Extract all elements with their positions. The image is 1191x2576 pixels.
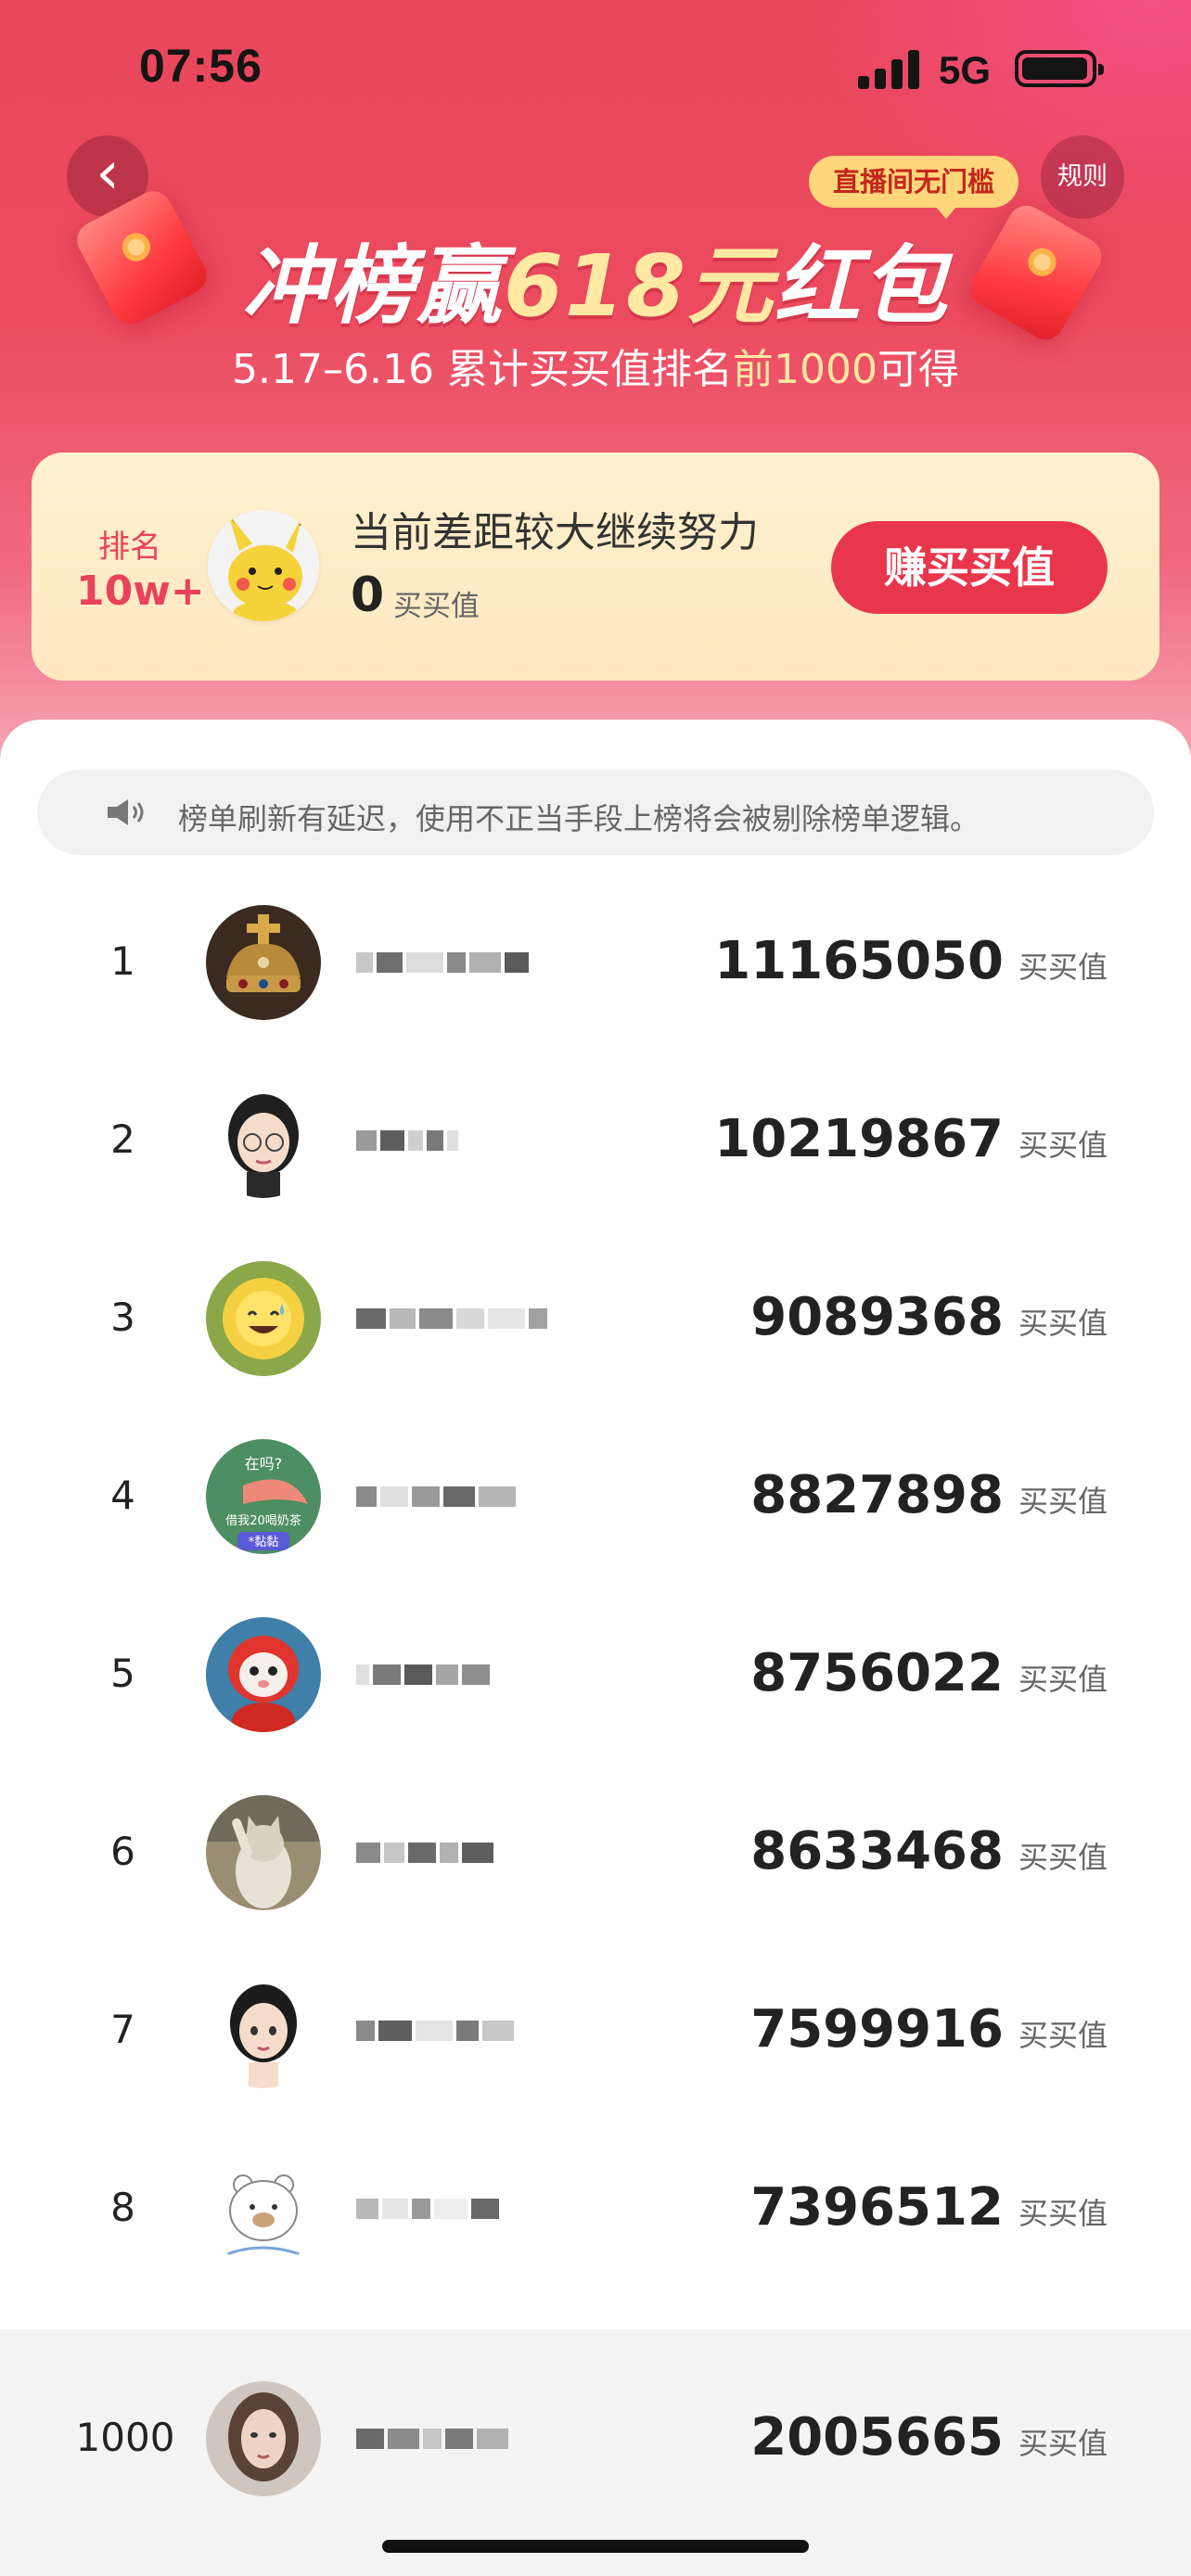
masked-username [356,2417,607,2461]
crown-avatar-icon [206,905,321,1020]
notice-banner: 榜单刷新有延迟，使用不正当手段上榜将会被剔除榜单逻辑。 [37,770,1154,855]
woman-avatar-icon [206,2381,321,2496]
sticker-text-bottom: *黏黏 [249,1535,279,1549]
avatar: 在吗? 借我20喝奶茶 *黏黏 [206,1439,321,1554]
row-score: 11165050 [714,931,1004,991]
masked-username [356,1118,607,1163]
masked-username [356,940,607,985]
girl-glasses-avatar-icon [206,1083,321,1198]
sticker-text-top: 在吗? [245,1455,283,1473]
row-score: 10219867 [714,1109,1004,1169]
red-monkey-avatar-icon [206,1617,321,1732]
row-score: 7396512 [750,2177,1004,2238]
leaderboard-row[interactable]: 4 在吗? 借我20喝奶茶 *黏黏 8827898 买买值 [0,1435,1191,1613]
home-indicator[interactable] [382,2540,809,2553]
page-subtitle: 5.17–6.16 累计买买值排名前1000可得 [0,336,1191,395]
row-unit: 买买值 [1018,1484,1108,1519]
avatar [206,1261,321,1376]
avatar [206,2381,321,2496]
pikachu-avatar-icon [208,510,319,621]
subtitle-highlight: 前1000 [732,346,877,393]
row-score: 2005665 [750,2407,1004,2468]
row-unit: 买买值 [1018,1128,1108,1163]
masked-username [356,2009,607,2053]
rules-button[interactable]: 规则 [1041,135,1124,219]
speaker-icon [108,799,144,825]
sticker-avatar-icon: 在吗? 借我20喝奶茶 *黏黏 [206,1439,321,1554]
row-unit: 买买值 [1018,2196,1108,2231]
row-score: 8827898 [750,1465,1004,1525]
row-unit: 买买值 [1018,2426,1108,2461]
row-unit: 买买值 [1018,1840,1108,1875]
earn-points-button[interactable]: 赚买买值 [831,521,1108,614]
avatar [206,1083,321,1198]
status-bar: 07:56 5G [0,0,1191,139]
page-title: 冲榜赢618元红包 [0,217,1191,340]
leaderboard-row[interactable]: 8 7396512 买买值 [0,2148,1191,2326]
row-unit: 买买值 [1018,1662,1108,1697]
my-score-unit: 买买值 [393,590,480,623]
avatar [206,905,321,1020]
battery-icon [1015,50,1104,87]
bear-avatar-icon [206,2151,321,2266]
masked-username [356,1474,607,1519]
status-message: 当前差距较大继续努力 [351,509,759,556]
sun-emoji-avatar-icon [206,1261,321,1376]
leaderboard-row[interactable]: 5 8756022 买买值 [0,1613,1191,1792]
row-unit: 买买值 [1018,950,1108,985]
my-rank-card: 排名 10w+ 当前差距较大继续努力 0 买买值 赚买买值 [32,453,1159,681]
my-score: 0 [351,567,385,623]
header-banner: 07:56 5G ‹ 规则 直播间无门槛 冲榜赢618元红包 5.17–6.16… [0,0,1191,760]
signal-icon [858,48,921,89]
title-prefix: 冲榜赢 [241,236,504,336]
avatar [206,1795,321,1910]
avatar [206,1973,321,2088]
leaderboard-row[interactable]: 6 8633468 买买值 [0,1792,1191,1970]
rank-label: 排名 [98,529,161,566]
rank-value: 10w+ [76,567,205,615]
masked-username [356,2187,607,2231]
masked-username [356,1830,607,1875]
row-score: 9089368 [750,1287,1004,1347]
status-time: 07:56 [139,40,263,92]
notice-text: 榜单刷新有延迟，使用不正当手段上榜将会被剔除榜单逻辑。 [178,801,980,836]
sticker-text-middle: 借我20喝奶茶 [225,1513,301,1528]
leaderboard-row[interactable]: 1000 2005665 买买值 [0,2378,1191,2556]
row-unit: 买买值 [1018,2018,1108,2053]
row-score: 8756022 [750,1643,1004,1703]
title-suffix: 红包 [775,236,950,336]
subtitle-suffix: 可得 [877,346,959,393]
avatar [206,2151,321,2266]
leaderboard-row[interactable]: 3 9089368 买买值 [0,1257,1191,1435]
cat-avatar-icon [206,1795,321,1910]
leaderboard-row[interactable]: 1 11165050 买买值 [0,901,1191,1079]
title-highlight: 618元 [503,236,775,336]
masked-username [356,1652,607,1697]
masked-username [356,1296,607,1341]
row-score: 7599916 [750,1999,1004,2060]
girl-avatar-icon [206,1973,321,2088]
avatar [206,1617,321,1732]
subtitle-prefix: 5.17–6.16 累计买买值排名 [232,346,733,393]
avatar [208,510,319,621]
no-threshold-badge: 直播间无门槛 [809,156,1019,219]
row-score: 8633468 [750,1821,1004,1881]
chevron-left-icon: ‹ [96,139,120,208]
leaderboard-row[interactable]: 7 7599916 买买值 [0,1970,1191,2148]
network-label: 5G [939,48,992,92]
leaderboard-row[interactable]: 2 10219867 买买值 [0,1079,1191,1257]
row-unit: 买买值 [1018,1306,1108,1341]
